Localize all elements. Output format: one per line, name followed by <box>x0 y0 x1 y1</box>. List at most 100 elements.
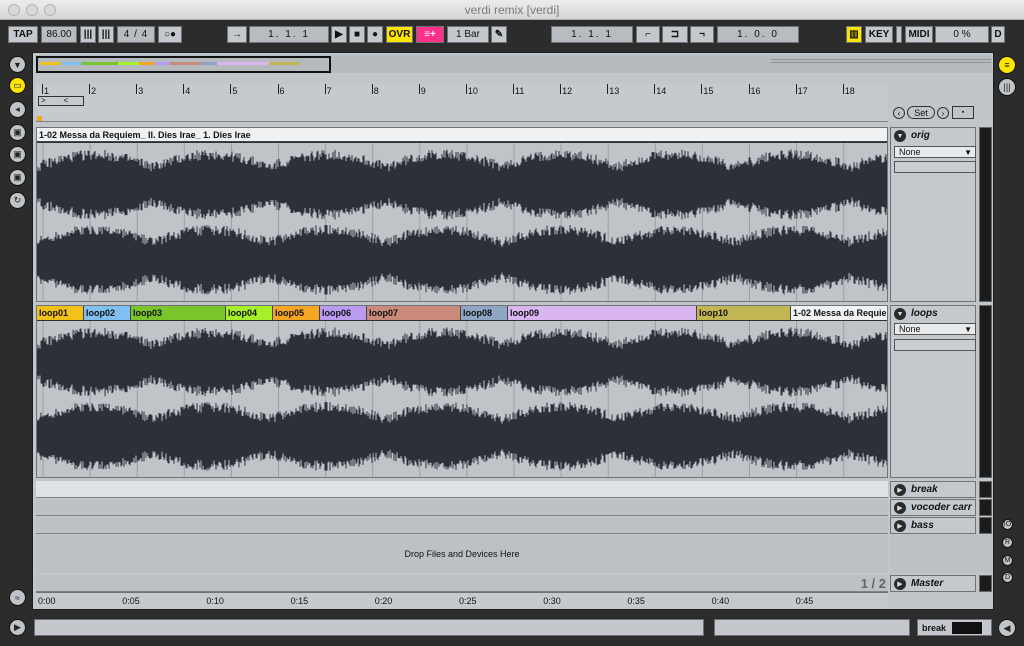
beat-time-ruler[interactable]: 1 2 3 4 5 6 7 8 9 10 11 12 13 14 15 16 17 18 > < <box>36 84 888 122</box>
metronome-icon[interactable]: ○● <box>158 26 182 43</box>
nudge-up-icon[interactable]: ||| <box>98 26 114 43</box>
bass-track-lane[interactable] <box>36 517 888 534</box>
play-icon[interactable]: ▶ <box>331 26 347 43</box>
loops-routing-sub-select[interactable] <box>894 339 976 351</box>
bass-track-name[interactable]: bass <box>911 520 934 531</box>
bar-tick <box>654 84 656 94</box>
browser-folder-3-icon[interactable]: ▣ <box>9 169 26 186</box>
time-signature-field[interactable]: 4 / 4 <box>117 26 155 43</box>
loop-clip[interactable]: loop02 <box>84 306 131 320</box>
quantize-select[interactable]: 1 Bar <box>447 26 489 43</box>
bass-fold-icon[interactable]: ▶ <box>894 520 906 532</box>
record-icon[interactable]: ● <box>367 26 383 43</box>
loop-switch-icon[interactable]: ⊐ <box>662 26 688 43</box>
vocoder-track-name[interactable]: vocoder carr <box>911 502 972 513</box>
computer-keyboard-icon[interactable]: ▥ <box>846 26 862 43</box>
orig-track-name[interactable]: orig <box>911 130 930 141</box>
overdub-button[interactable]: OVR <box>386 26 413 43</box>
punch-out-icon[interactable]: ¬ <box>690 26 714 43</box>
loop-clip[interactable]: loop06 <box>320 306 367 320</box>
next-locator-icon[interactable]: › <box>937 107 949 119</box>
loop-clip[interactable]: loop01 <box>37 306 84 320</box>
master-track-header: ▶ Master <box>890 575 976 592</box>
browser-toggle-icon[interactable]: ▼ <box>9 56 26 73</box>
loop-clip[interactable]: loop05 <box>273 306 320 320</box>
midi-map-button[interactable]: MIDI <box>905 26 933 43</box>
prev-locator-icon[interactable]: ‹ <box>893 107 905 119</box>
browser-current-project-icon[interactable]: ▭ <box>9 77 26 94</box>
orig-routing-sub-select[interactable] <box>894 161 976 173</box>
orig-routing-select[interactable]: None ▼ <box>894 146 976 158</box>
loops-fold-icon[interactable]: ▼ <box>894 308 906 320</box>
tap-button[interactable]: TAP <box>8 26 38 43</box>
selected-track-indicator[interactable]: break <box>917 619 992 636</box>
song-position-field[interactable]: 1. 1. 1 <box>249 26 329 43</box>
loop-length-field[interactable]: 1. 0. 0 <box>717 26 799 43</box>
loop-start-field[interactable]: 1. 1. 1 <box>551 26 633 43</box>
detail-view-toggle-icon[interactable]: ◀ <box>998 619 1016 637</box>
loop-clip[interactable]: loop03 <box>131 306 226 320</box>
lock-icon[interactable]: ▪ <box>952 106 974 119</box>
key-map-button[interactable]: KEY <box>865 26 893 43</box>
track-thumbnail <box>952 621 983 634</box>
browser-folder-2-icon[interactable]: ▣ <box>9 146 26 163</box>
loop-clip[interactable]: loop08 <box>461 306 508 320</box>
bar-number: 6 <box>279 86 285 96</box>
drop-files-area[interactable]: Drop Files and Devices Here <box>36 535 888 573</box>
bar-tick <box>418 84 420 94</box>
start-marker[interactable] <box>37 116 42 121</box>
bar-tick <box>842 84 844 94</box>
mixer-toggle-icon[interactable]: M <box>1002 555 1013 566</box>
master-fold-icon[interactable]: ▶ <box>894 578 906 590</box>
tempo-field[interactable]: 86.00 <box>41 26 77 43</box>
browser-hotswap-icon[interactable]: ↻ <box>9 192 26 209</box>
break-fold-icon[interactable]: ▶ <box>894 484 906 496</box>
overview-strip[interactable] <box>36 55 992 73</box>
vocoder-fold-icon[interactable]: ▶ <box>894 502 906 514</box>
window-title: verdi remix [verdi] <box>464 3 560 17</box>
arrangement-view-icon[interactable]: ≡ <box>998 56 1016 74</box>
loops-routing-select[interactable]: None ▼ <box>894 323 976 335</box>
punch-in-icon[interactable]: ⌐ <box>636 26 660 43</box>
loop-brace[interactable]: > < <box>38 96 84 106</box>
follow-icon[interactable]: → <box>227 26 247 43</box>
session-view-icon[interactable]: ||| <box>998 78 1016 96</box>
loops-clip-lane[interactable]: loop01 loop02 loop03 loop04 loop05 loop06 loop… <box>36 305 888 478</box>
returns-toggle-icon[interactable]: R <box>1002 537 1013 548</box>
bar-tick <box>136 84 138 94</box>
orig-clip-title: 1-02 Messa da Requiem_ II. Dies Irae_ 1.… <box>37 128 887 142</box>
master-track-name[interactable]: Master <box>911 578 943 589</box>
bar-number: 11 <box>515 86 525 96</box>
break-track-lane[interactable] <box>36 481 888 498</box>
vocoder-track-lane[interactable] <box>36 499 888 516</box>
loop-clip[interactable]: loop09 <box>508 306 697 320</box>
loop-clip[interactable]: loop07 <box>367 306 461 320</box>
bar-number: 5 <box>232 86 238 96</box>
disk-overload-indicator: D <box>991 26 1005 43</box>
orig-clip[interactable]: 1-02 Messa da Requiem_ II. Dies Irae_ 1.… <box>36 127 888 302</box>
info-view-toggle-icon[interactable]: ▶ <box>9 619 26 636</box>
bar-number: 2 <box>91 86 97 96</box>
browser-devices-icon[interactable]: ◂ <box>9 101 26 118</box>
bar-tick <box>748 84 750 94</box>
nudge-down-icon[interactable]: ||| <box>80 26 96 43</box>
break-track-name[interactable]: break <box>911 484 938 495</box>
draw-mode-icon[interactable]: ✎ <box>491 26 507 43</box>
groove-pool-icon[interactable]: ≈ <box>9 589 26 606</box>
set-locator-button[interactable]: Set <box>907 106 935 119</box>
delay-toggle-icon[interactable]: D <box>1002 572 1013 583</box>
loop-clip[interactable]: loop10 <box>697 306 791 320</box>
io-toggle-icon[interactable]: IO <box>1002 519 1013 530</box>
loop-clip[interactable]: loop04 <box>226 306 273 320</box>
loop-clip[interactable]: 1-02 Messa da Requiem <box>791 306 887 320</box>
master-track-lane[interactable]: 1 / 2 <box>36 575 888 592</box>
cpu-meter: 0 % <box>935 26 989 43</box>
orig-fold-icon[interactable]: ▼ <box>894 130 906 142</box>
time-ruler[interactable]: 0:00 0:05 0:10 0:15 0:20 0:25 0:30 0:35 0:40 0:45 <box>36 592 888 607</box>
stop-icon[interactable]: ■ <box>349 26 365 43</box>
selected-track-label: break <box>922 622 947 633</box>
automation-arm-icon[interactable]: ≡+ <box>416 26 444 43</box>
browser-folder-1-icon[interactable]: ▣ <box>9 124 26 141</box>
loops-track-name[interactable]: loops <box>911 308 938 319</box>
bar-number: 8 <box>373 86 379 96</box>
